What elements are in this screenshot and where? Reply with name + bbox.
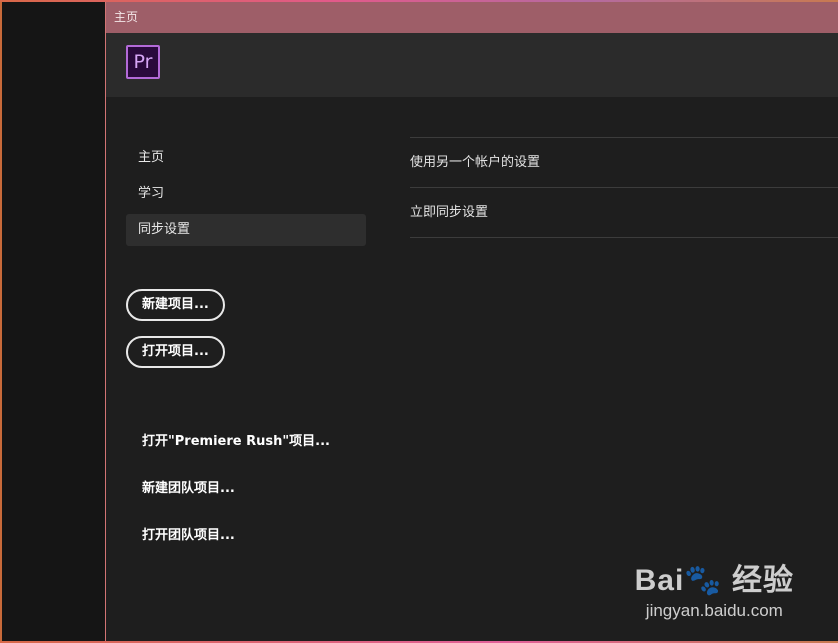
open-rush-project-link[interactable]: 打开"Premiere Rush"项目... [142,430,330,449]
sidebar-item-home[interactable]: 主页 [126,142,366,174]
screen: 主页 Pr 主页 学习 同步设置 新建项目... 打开项目... 打开"Prem… [0,0,838,643]
row-label: 使用另一个帐户的设置 [410,155,541,170]
start-window: 主页 Pr 主页 学习 同步设置 新建项目... 打开项目... 打开"Prem… [105,2,838,641]
watermark-logo: Bai🐾 经验 [634,564,794,597]
sidebar-nav: 主页 学习 同步设置 [126,142,366,250]
window-title: 主页 [114,10,139,24]
open-team-project-link[interactable]: 打开团队项目... [142,524,235,543]
sync-settings-panel: 使用另一个帐户的设置 立即同步设置 [410,137,838,238]
premiere-pro-logo-icon: Pr [126,45,160,79]
sidebar-item-label: 学习 [138,186,165,201]
watermark-url: jingyan.baidu.com [645,601,783,620]
sidebar-item-sync-settings[interactable]: 同步设置 [126,214,366,246]
use-another-account-settings-row[interactable]: 使用另一个帐户的设置 [410,137,838,187]
new-project-button[interactable]: 新建项目... [126,289,225,321]
desktop-background [0,0,105,643]
open-project-button[interactable]: 打开项目... [126,336,225,368]
baidu-jingyan-watermark: Bai🐾 经验 jingyan.baidu.com [635,555,794,621]
new-team-project-link[interactable]: 新建团队项目... [142,477,235,496]
app-header: Pr [106,33,838,97]
row-label: 立即同步设置 [410,205,489,220]
sidebar-item-label: 主页 [138,150,165,165]
sidebar-item-learn[interactable]: 学习 [126,178,366,210]
window-titlebar[interactable]: 主页 [106,2,838,33]
sync-settings-now-row[interactable]: 立即同步设置 [410,187,838,238]
sidebar-item-label: 同步设置 [138,222,191,237]
